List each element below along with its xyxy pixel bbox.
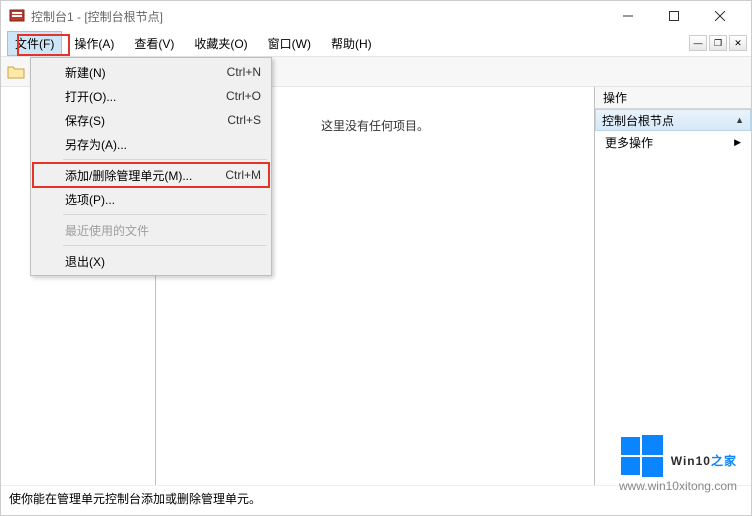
menu-item-new[interactable]: 新建(N) Ctrl+N <box>33 60 269 84</box>
menu-item-exit[interactable]: 退出(X) <box>33 249 269 273</box>
menu-item-label: 另存为(A)... <box>65 136 261 153</box>
title-bar: 控制台1 - [控制台根节点] <box>1 1 751 31</box>
actions-section[interactable]: 控制台根节点 ▲ <box>595 109 751 131</box>
window-controls <box>605 1 743 31</box>
menu-item-shortcut: Ctrl+N <box>227 65 261 79</box>
mdi-minimize-button[interactable]: — <box>689 35 707 51</box>
menu-action[interactable]: 操作(A) <box>66 31 122 56</box>
actions-section-label: 控制台根节点 <box>602 112 674 129</box>
menu-item-label: 添加/删除管理单元(M)... <box>65 167 225 184</box>
menu-bar: 文件(F) 操作(A) 查看(V) 收藏夹(O) 窗口(W) 帮助(H) — ❐… <box>1 31 751 57</box>
menu-item-saveas[interactable]: 另存为(A)... <box>33 132 269 156</box>
menu-favorites[interactable]: 收藏夹(O) <box>186 31 255 56</box>
menu-view[interactable]: 查看(V) <box>126 31 182 56</box>
menu-separator <box>63 159 267 160</box>
menu-help[interactable]: 帮助(H) <box>323 31 380 56</box>
chevron-right-icon: ▶ <box>734 137 741 148</box>
status-bar: 使你能在管理单元控制台添加或删除管理单元。 <box>1 485 751 515</box>
actions-more[interactable]: 更多操作 ▶ <box>595 131 751 153</box>
menu-item-shortcut: Ctrl+M <box>225 168 261 182</box>
menu-item-label: 最近使用的文件 <box>65 222 261 239</box>
menu-item-label: 选项(P)... <box>65 191 261 208</box>
menu-separator <box>63 245 267 246</box>
menu-item-label: 新建(N) <box>65 64 227 81</box>
menu-item-shortcut: Ctrl+S <box>227 113 261 127</box>
menu-item-label: 保存(S) <box>65 112 227 129</box>
menu-item-open[interactable]: 打开(O)... Ctrl+O <box>33 84 269 108</box>
menu-file[interactable]: 文件(F) <box>7 31 62 56</box>
window-title: 控制台1 - [控制台根节点] <box>31 8 605 25</box>
file-menu-dropdown: 新建(N) Ctrl+N 打开(O)... Ctrl+O 保存(S) Ctrl+… <box>30 57 272 276</box>
actions-more-label: 更多操作 <box>605 134 653 151</box>
menu-item-label: 打开(O)... <box>65 88 226 105</box>
mdi-controls: — ❐ ✕ <box>689 35 747 51</box>
menu-window[interactable]: 窗口(W) <box>260 31 319 56</box>
mdi-restore-button[interactable]: ❐ <box>709 35 727 51</box>
menu-separator <box>63 214 267 215</box>
menu-item-save[interactable]: 保存(S) Ctrl+S <box>33 108 269 132</box>
menu-item-shortcut: Ctrl+O <box>226 89 261 103</box>
folder-open-icon[interactable] <box>7 64 25 80</box>
close-button[interactable] <box>697 1 743 31</box>
minimize-button[interactable] <box>605 1 651 31</box>
actions-pane: 操作 控制台根节点 ▲ 更多操作 ▶ <box>595 87 751 485</box>
app-icon <box>9 8 25 24</box>
menu-item-options[interactable]: 选项(P)... <box>33 187 269 211</box>
status-text: 使你能在管理单元控制台添加或删除管理单元。 <box>9 490 261 507</box>
menu-item-recent: 最近使用的文件 <box>33 218 269 242</box>
maximize-button[interactable] <box>651 1 697 31</box>
mdi-close-button[interactable]: ✕ <box>729 35 747 51</box>
empty-message: 这里没有任何项目。 <box>321 117 429 485</box>
menu-item-label: 退出(X) <box>65 253 261 270</box>
chevron-up-icon: ▲ <box>735 115 744 125</box>
menu-item-add-remove-snapin[interactable]: 添加/删除管理单元(M)... Ctrl+M <box>33 163 269 187</box>
actions-header: 操作 <box>595 87 751 109</box>
